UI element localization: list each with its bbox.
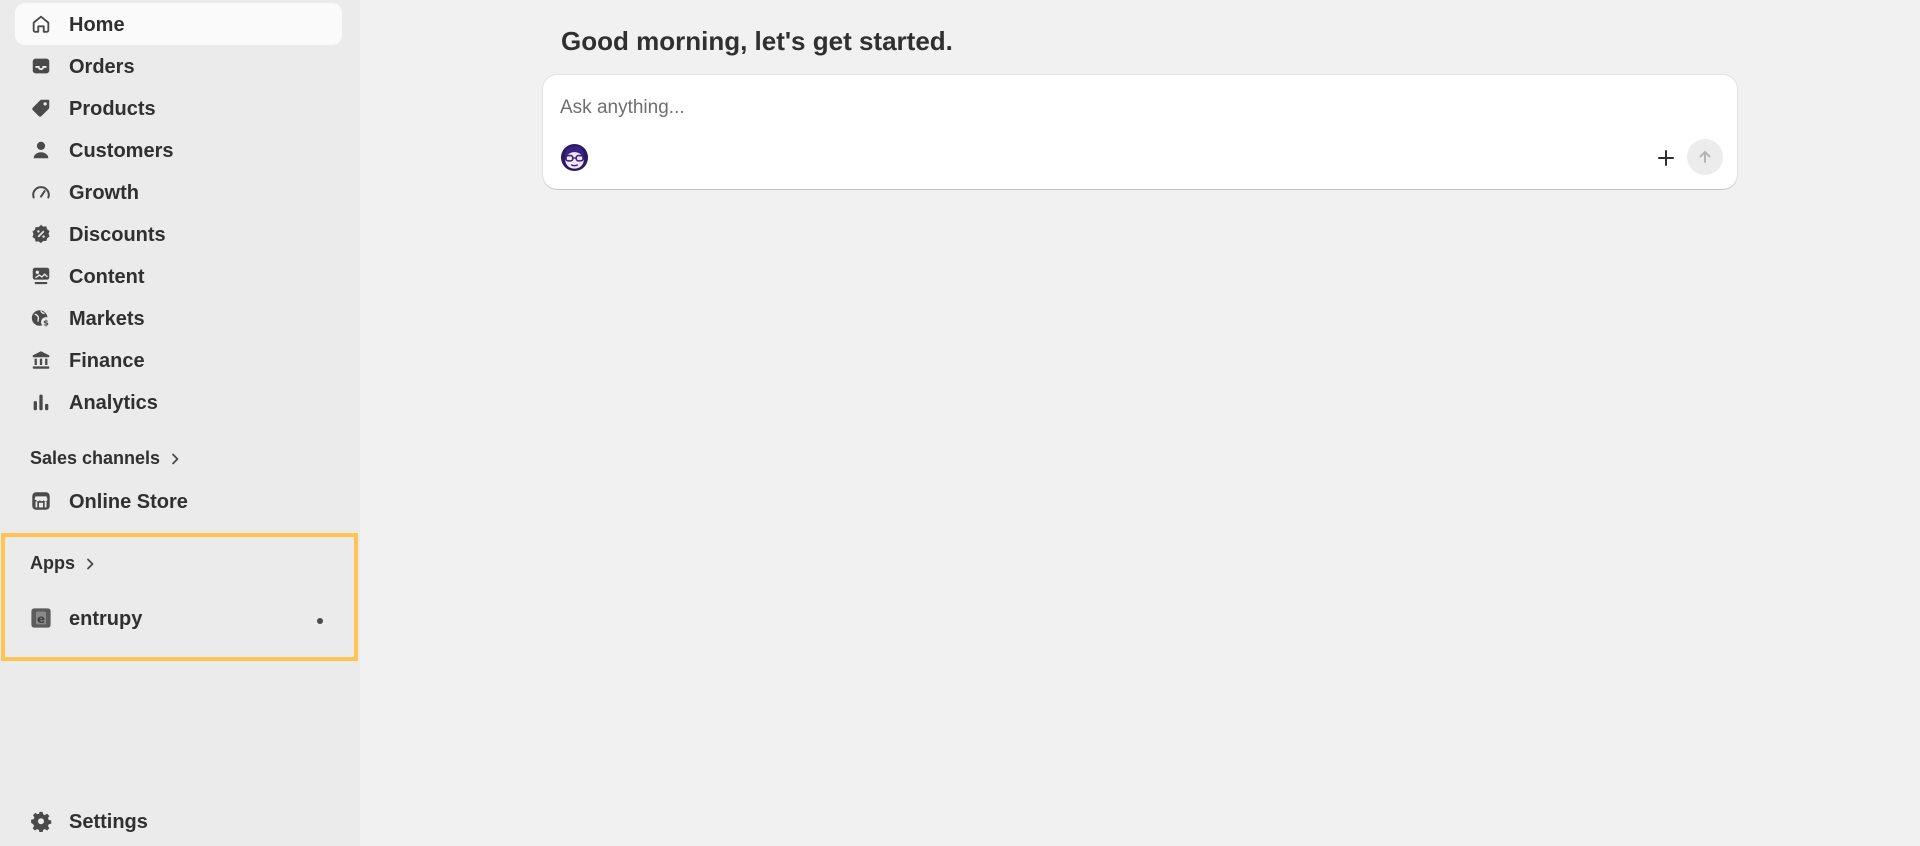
discount-icon bbox=[30, 223, 52, 245]
page-title: Good morning, let's get started. bbox=[561, 26, 953, 56]
sidebar-item-markets[interactable]: $ Markets bbox=[15, 297, 342, 339]
sidebar-item-label: Growth bbox=[69, 182, 139, 204]
sidebar-item-finance[interactable]: Finance bbox=[15, 339, 342, 381]
svg-text:$: $ bbox=[43, 317, 49, 327]
bank-icon bbox=[30, 349, 52, 371]
sidekick-avatar-icon[interactable] bbox=[560, 143, 589, 172]
sidebar-item-label: Content bbox=[69, 266, 145, 288]
globe-icon: $ bbox=[30, 307, 52, 329]
apps-header[interactable]: Apps bbox=[30, 553, 95, 574]
chevron-right-icon bbox=[172, 453, 179, 464]
sidebar-item-products[interactable]: Products bbox=[15, 87, 342, 129]
sidebar-item-label: Analytics bbox=[69, 392, 158, 414]
bar-chart-icon bbox=[30, 391, 52, 413]
sidebar: Home Orders Products Customers Growth Di… bbox=[0, 0, 360, 846]
sidebar-item-label: entrupy bbox=[69, 608, 143, 630]
person-icon bbox=[30, 139, 52, 161]
arrow-up-icon bbox=[1699, 151, 1711, 163]
sidebar-item-discounts[interactable]: Discounts bbox=[15, 213, 342, 255]
sidebar-item-label: Markets bbox=[69, 308, 145, 330]
sidebar-item-content[interactable]: Content bbox=[15, 255, 342, 297]
sidebar-item-label: Customers bbox=[69, 140, 174, 162]
sidebar-item-label: Finance bbox=[69, 350, 145, 372]
send-button[interactable] bbox=[1687, 139, 1723, 175]
sidebar-item-label: Orders bbox=[69, 56, 135, 78]
sales-channels-label: Sales channels bbox=[30, 448, 161, 468]
add-attachment-button[interactable] bbox=[1649, 141, 1683, 175]
svg-text:e: e bbox=[37, 612, 45, 626]
sidebar-item-label: Settings bbox=[69, 811, 148, 833]
sidebar-item-label: Home bbox=[69, 14, 125, 36]
gauge-icon bbox=[30, 181, 52, 203]
sidebar-item-growth[interactable]: Growth bbox=[15, 171, 342, 213]
chevron-right-icon bbox=[87, 558, 94, 569]
apps-label: Apps bbox=[30, 553, 75, 573]
sidebar-item-label: Online Store bbox=[69, 491, 188, 513]
entrupy-logo-icon: e bbox=[30, 607, 52, 629]
tag-icon bbox=[30, 97, 52, 119]
sidebar-item-settings[interactable]: Settings bbox=[15, 800, 342, 842]
chat-composer bbox=[543, 75, 1737, 189]
sidebar-item-online-store[interactable]: Online Store bbox=[15, 480, 342, 522]
image-icon bbox=[30, 265, 52, 287]
app-status-dot bbox=[317, 618, 323, 624]
sidebar-item-customers[interactable]: Customers bbox=[15, 129, 342, 171]
plus-icon bbox=[1658, 150, 1674, 166]
chat-input[interactable] bbox=[560, 95, 1660, 121]
sidebar-item-label: Discounts bbox=[69, 224, 166, 246]
sidebar-item-label: Products bbox=[69, 98, 156, 120]
sales-channels-header[interactable]: Sales channels bbox=[30, 448, 180, 469]
home-icon bbox=[30, 13, 52, 35]
sidebar-item-orders[interactable]: Orders bbox=[15, 45, 342, 87]
sidebar-item-home[interactable]: Home bbox=[15, 3, 342, 45]
sidebar-item-analytics[interactable]: Analytics bbox=[15, 381, 342, 423]
sidebar-item-entrupy[interactable]: e entrupy bbox=[15, 597, 342, 639]
store-icon bbox=[30, 490, 52, 512]
gear-icon bbox=[30, 810, 52, 832]
inbox-icon bbox=[30, 55, 52, 77]
